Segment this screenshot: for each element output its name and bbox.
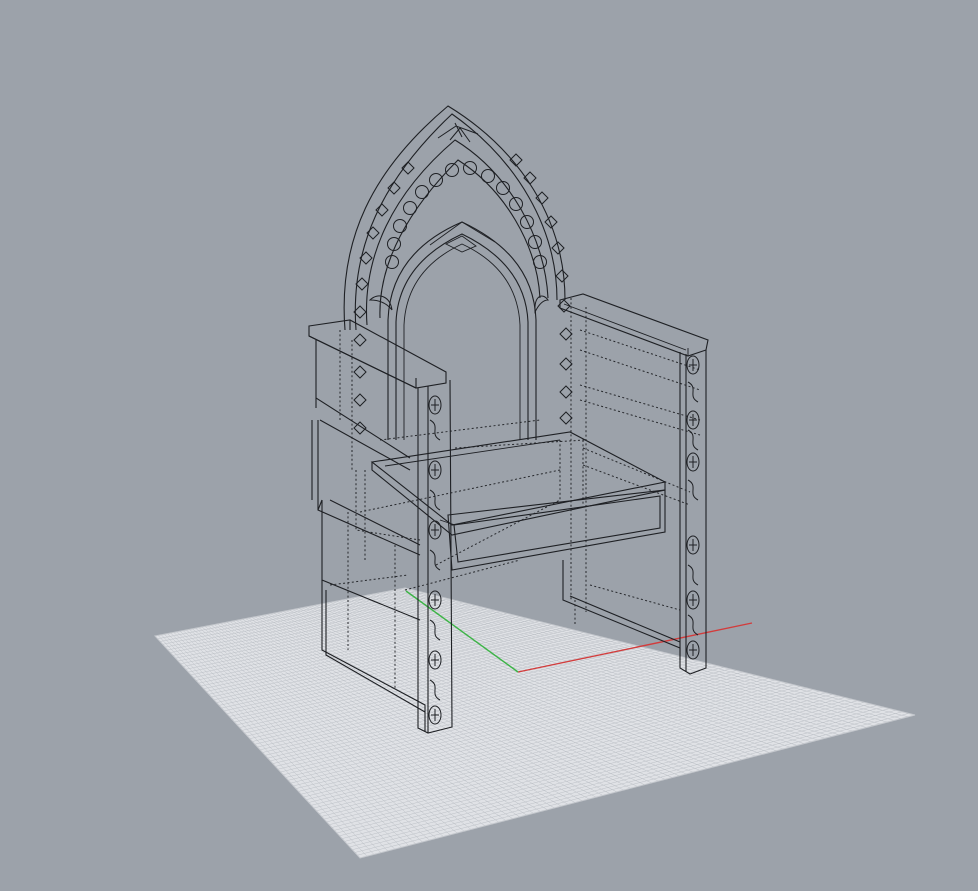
diamond-ornament [353,393,367,407]
scallop-ornament [533,255,547,269]
3d-viewport[interactable] [0,0,978,891]
scroll-carving [687,614,699,636]
cross-mark [689,414,697,426]
scallop-ornament [520,215,534,229]
scallop-ornament [415,185,429,199]
cross-mark [689,456,697,468]
diamond-ornament [353,365,367,379]
diamond-ornament [555,269,569,283]
scroll-carving [429,489,441,511]
right-armrest [559,293,709,357]
cross-mark [689,594,697,606]
diamond-ornament [535,191,549,205]
cross-mark [689,644,697,656]
cross-mark [689,359,697,371]
scroll-carving [429,419,441,441]
cross-mark [689,539,697,551]
cross-mark [431,464,439,476]
diamond-ornament [559,327,573,341]
scroll-carving [687,564,699,586]
seat [370,431,667,571]
cross-mark [431,399,439,411]
diamond-ornament [559,385,573,399]
diamond-ornament [544,215,558,229]
backrest [343,105,573,440]
scallop-ornament [481,169,495,183]
diamond-ornament [559,357,573,371]
diamond-ornament [559,411,573,425]
construction-grid [154,587,916,859]
scallop-ornament [385,255,399,269]
left-armrest [308,319,447,500]
cross-mark [431,524,439,536]
viewport-canvas[interactable] [0,0,978,891]
scroll-carving [687,429,699,451]
front-right-leg [679,350,707,675]
scroll-carving [429,549,441,571]
diamond-ornament [353,333,367,347]
scallop-ornament [403,201,417,215]
scallop-ornament [393,219,407,233]
scroll-carving [687,479,699,501]
scallop-ornament [509,197,523,211]
scroll-carving [687,381,699,403]
